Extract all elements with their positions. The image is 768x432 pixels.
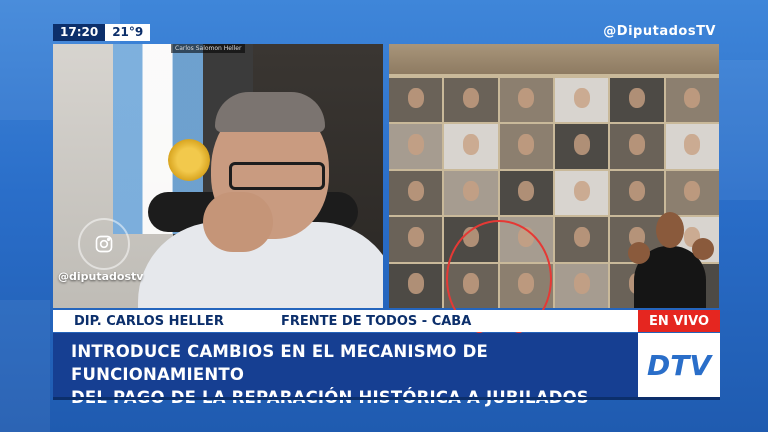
participant-tile xyxy=(389,263,443,308)
participant-tile xyxy=(665,124,719,169)
speaker-name-chip: Carlos Salomon Heller xyxy=(171,44,246,53)
sun-emblem xyxy=(168,139,210,181)
logo-text: DTV xyxy=(647,349,713,382)
time-label: 17:20 xyxy=(53,24,106,41)
clock-widget: 17:20 21°9 xyxy=(53,24,151,41)
participant-tile xyxy=(554,263,609,308)
participant-tile xyxy=(389,124,443,169)
instagram-icon xyxy=(78,218,130,270)
participant-tile xyxy=(444,124,498,169)
dtv-logo: DTV xyxy=(638,333,720,397)
instagram-handle: @diputadostv xyxy=(58,270,144,283)
speaker-name: DIP. CARLOS HELLER xyxy=(74,313,224,329)
live-badge: EN VIVO xyxy=(638,310,720,332)
headline-line-1: INTRODUCE CAMBIOS EN EL MECANISMO DE FUN… xyxy=(71,342,488,384)
participant-tile xyxy=(389,170,443,216)
speaker-party: FRENTE DE TODOS - CABA xyxy=(281,313,472,329)
participant-tile xyxy=(444,170,498,216)
glasses xyxy=(229,162,325,190)
participant-tile xyxy=(610,78,664,123)
participant-tile xyxy=(665,78,719,123)
sign-language-interpreter xyxy=(620,206,720,308)
participant-tile xyxy=(389,217,443,262)
name-bar: DIP. CARLOS HELLER FRENTE DE TODOS - CAB… xyxy=(53,310,638,332)
participant-tile xyxy=(499,78,553,123)
participant-tile xyxy=(554,217,609,262)
participant-tile xyxy=(554,170,609,216)
channel-handle: @DiputadosTV xyxy=(603,24,716,39)
participant-tile xyxy=(499,124,553,169)
participant-tile xyxy=(444,78,498,123)
participant-tile xyxy=(554,78,609,123)
bottom-strip xyxy=(53,397,720,400)
temperature-label: 21°9 xyxy=(105,24,151,41)
headline: INTRODUCE CAMBIOS EN EL MECANISMO DE FUN… xyxy=(53,333,638,407)
participant-tile xyxy=(554,124,609,169)
participant-tile xyxy=(389,78,443,123)
participant-tile xyxy=(610,124,664,169)
participant-tile xyxy=(499,170,553,216)
